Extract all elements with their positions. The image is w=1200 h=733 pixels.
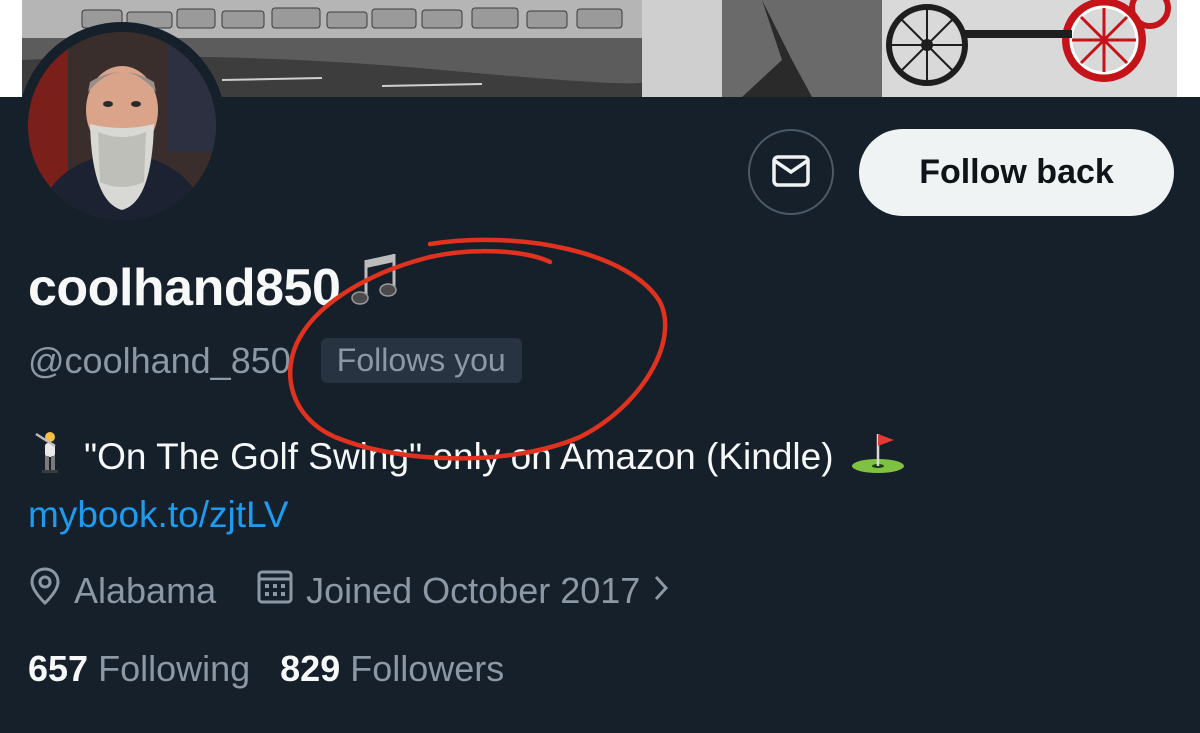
golfer-icon <box>28 430 70 483</box>
following-count: 657 <box>28 648 89 689</box>
followers-stat[interactable]: 829 Followers <box>280 648 504 690</box>
bio-text: "On The Golf Swing" only on Amazon (Kind… <box>84 435 834 477</box>
following-label: Following <box>98 648 251 689</box>
following-stat[interactable]: 657 Following <box>28 648 250 690</box>
joined-text: Joined October 2017 <box>306 569 641 611</box>
follows-you-badge: Follows you <box>320 338 522 383</box>
joined-item[interactable]: Joined October 2017 <box>256 567 682 614</box>
profile-bio: "On The Golf Swing" only on Amazon (Kind… <box>28 430 906 483</box>
profile-avatar[interactable] <box>18 22 226 230</box>
message-button[interactable] <box>748 129 834 215</box>
user-handle: @coolhand_850 <box>28 339 291 381</box>
envelope-icon <box>771 154 811 191</box>
location-item: Alabama <box>28 566 216 615</box>
display-name-text: coolhand850 <box>28 258 341 317</box>
location-pin-icon <box>28 566 74 615</box>
golf-flag-icon <box>850 430 906 483</box>
follow-back-button[interactable]: Follow back <box>859 129 1174 216</box>
followers-label: Followers <box>350 648 505 689</box>
bio-link[interactable]: mybook.to/zjtLV <box>28 494 288 536</box>
music-notes-icon <box>346 252 412 323</box>
follow-stats: 657 Following 829 Followers <box>28 648 504 690</box>
avatar-photo <box>28 32 216 220</box>
followers-count: 829 <box>280 648 341 689</box>
handle-row: @coolhand_850 Follows you <box>28 338 522 383</box>
location-text: Alabama <box>74 569 217 611</box>
calendar-icon <box>256 567 306 614</box>
display-name: coolhand850 <box>28 252 412 323</box>
profile-meta: Alabama Joined October 2017 <box>28 566 682 615</box>
chevron-right-icon <box>652 570 682 612</box>
